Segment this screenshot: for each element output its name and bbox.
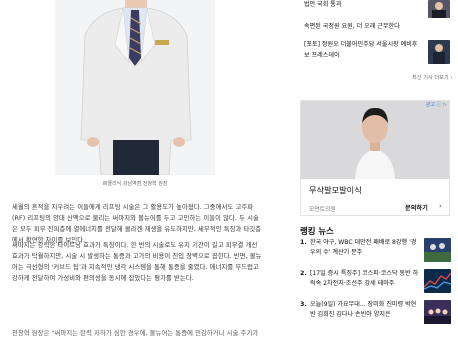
- ad-image[interactable]: [301, 101, 449, 179]
- ad-source: 모먼트의원: [309, 207, 336, 213]
- ranking-title: 랭킹 뉴스: [300, 226, 334, 236]
- news-thumbnail[interactable]: [428, 40, 450, 64]
- ranking-thumbnail[interactable]: [424, 238, 451, 262]
- news-link[interactable]: 속편된 국정원 요원, 더 오래 근무한다: [304, 22, 449, 33]
- sidebar: 법안 국회 통과 속편된 국정원 요원, 더 오래 근무한다 [포토] 정원오 …: [292, 0, 458, 337]
- ranking-item[interactable]: 1. 한국 야구, WBC 대만전 패배로 8강행 '경우의 수' 계산기 분주: [300, 238, 451, 266]
- doctor-photo: [55, 0, 215, 175]
- article-column: W클리닉 강남역점 전창혁 원장 세월의 흔적을 지우려는 이들에게 리프팅 시…: [0, 0, 275, 337]
- photo-caption: W클리닉 강남역점 전창혁 원장: [102, 181, 168, 187]
- ranking-item[interactable]: 2. [17일 증시 특징주] 코스피·코스닥 동반 하락속 2차전지·조선주 …: [300, 269, 451, 297]
- ranking-item[interactable]: 3. 오늘(9일) 가요무대... 장미화 진미령 박현빈 김희진 김다나 손빈…: [300, 300, 451, 328]
- ad-label[interactable]: 광고 ⓘ ▷: [424, 100, 449, 109]
- ranking-headline[interactable]: 오늘(9일) 가요무대... 장미화 진미령 박현빈 김희진 김다나 손빈아 양…: [310, 300, 420, 320]
- ranking-headline[interactable]: [17일 증시 특징주] 코스피·코스닥 동반 하락속 2차전지·조선주 강세 …: [310, 269, 420, 289]
- ranking-number: 1.: [300, 239, 307, 246]
- news-thumbnail[interactable]: [428, 0, 450, 18]
- chevron-right-icon[interactable]: ›: [439, 202, 442, 210]
- article-paragraph: 써마지는 강력한 타이트닝 효과가 특징이다. 한 번의 시술로도 유지 기간이…: [12, 242, 262, 282]
- news-link[interactable]: 법안 국회 통과: [304, 0, 414, 11]
- ad-title[interactable]: 무삭발모발이식: [309, 184, 362, 196]
- ranking-number: 2.: [300, 270, 307, 277]
- ad-banner[interactable]: 광고 ⓘ ▷ 무삭발모발이식 모먼트의원 문의하기 ›: [300, 100, 450, 216]
- news-link[interactable]: [포토] 정원오 더불어민주당 서울시장 예비후보 프레스데이: [304, 40, 422, 61]
- ranking-number: 3.: [300, 301, 307, 308]
- more-news-link[interactable]: 최신 기사 더보기 ›: [412, 74, 452, 81]
- ranking-headline[interactable]: 한국 야구, WBC 대만전 패배로 8강행 '경우의 수' 계산기 분주: [310, 238, 420, 258]
- ranking-thumbnail[interactable]: [424, 269, 451, 293]
- ad-cta-button[interactable]: 문의하기: [405, 203, 428, 212]
- ranking-thumbnail[interactable]: [424, 300, 451, 324]
- article-paragraph: 전창혁 원장은 "써마지는 탄력 저하가 심한 경우에, 볼뉴어는 통증에 민감…: [12, 330, 259, 337]
